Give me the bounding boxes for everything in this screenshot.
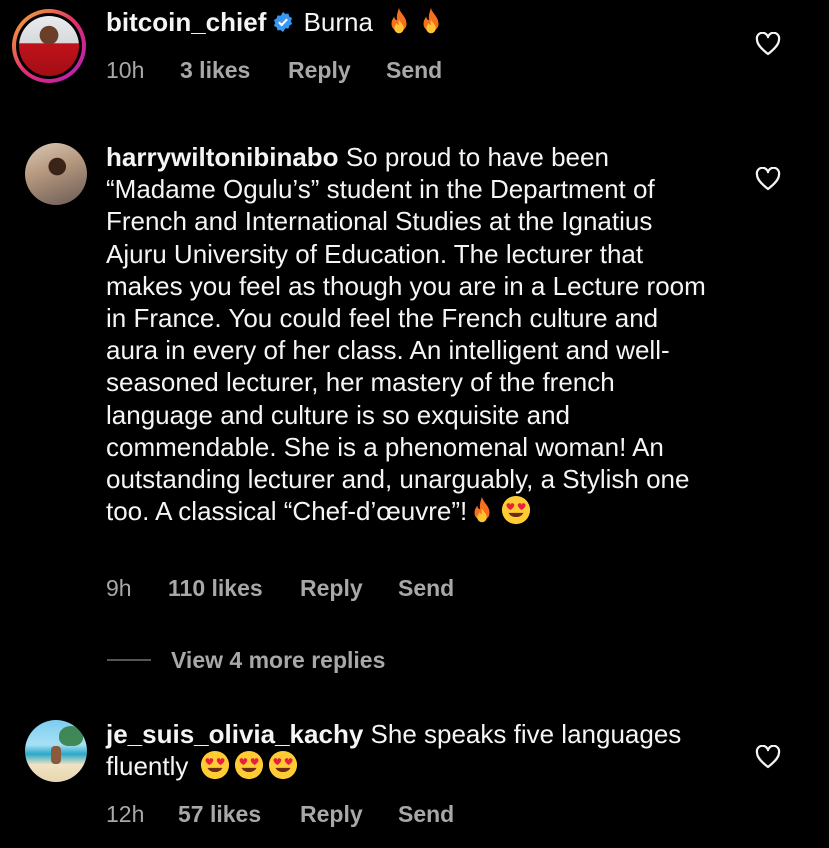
fire-emoji-icon: [384, 6, 414, 36]
username[interactable]: harrywiltonibinabo: [106, 142, 339, 172]
comment-meta: 10h 3 likes Reply Send: [106, 57, 442, 84]
comment-body: Burna: [303, 7, 373, 37]
likes-count[interactable]: 57 likes: [178, 801, 300, 828]
avatar[interactable]: [25, 143, 87, 205]
heart-eyes-emoji-icon: [200, 750, 230, 780]
view-more-replies-button[interactable]: View 4 more replies: [107, 647, 385, 675]
heart-eyes-emoji-icon: [268, 750, 298, 780]
like-heart-icon[interactable]: [755, 745, 781, 769]
fire-emoji-icon: [467, 495, 497, 525]
comment-text: bitcoin_chief Burna: [106, 6, 716, 38]
comment-meta: 12h 57 likes Reply Send: [106, 801, 454, 828]
reply-button[interactable]: Reply: [300, 801, 398, 828]
username[interactable]: bitcoin_chief: [106, 7, 266, 37]
heart-eyes-emoji-icon: [501, 495, 531, 525]
timestamp: 9h: [106, 575, 132, 601]
send-button[interactable]: Send: [398, 575, 454, 602]
comment-body: So proud to have been “Madame Ogulu’s” s…: [106, 142, 706, 527]
heart-eyes-emoji-icon: [234, 750, 264, 780]
like-heart-icon[interactable]: [755, 32, 781, 56]
avatar[interactable]: [25, 720, 87, 782]
username[interactable]: je_suis_olivia_kachy: [106, 719, 363, 749]
like-heart-icon[interactable]: [755, 167, 781, 191]
fire-emoji-icon: [416, 6, 446, 36]
reply-button[interactable]: Reply: [300, 575, 398, 602]
send-button[interactable]: Send: [386, 57, 442, 84]
view-more-label: View 4 more replies: [171, 647, 386, 673]
avatar[interactable]: [12, 9, 86, 83]
likes-count[interactable]: 110 likes: [168, 575, 300, 602]
timestamp: 10h: [106, 57, 145, 83]
comment-meta: 9h 110 likes Reply Send: [106, 575, 454, 602]
comment-text: harrywiltonibinabo So proud to have been…: [106, 141, 716, 527]
reply-button[interactable]: Reply: [288, 57, 386, 84]
likes-count[interactable]: 3 likes: [180, 57, 288, 84]
divider-line: [107, 659, 151, 661]
timestamp: 12h: [106, 801, 145, 827]
comment-text: je_suis_olivia_kachy She speaks five lan…: [106, 718, 716, 782]
send-button[interactable]: Send: [398, 801, 454, 828]
verified-badge-icon: [274, 11, 293, 33]
comment-bitcoin-chief: bitcoin_chief Burna 10h 3 likes Reply Send: [0, 0, 829, 110]
